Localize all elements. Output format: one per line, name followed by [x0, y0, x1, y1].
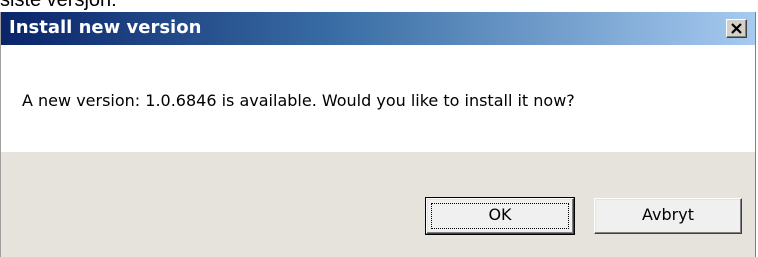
- dialog-titlebar[interactable]: Install new version: [1, 12, 755, 45]
- cancel-button-label: Avbryt: [642, 205, 694, 224]
- ok-button-label: OK: [488, 205, 512, 224]
- close-button[interactable]: [726, 19, 747, 38]
- background-caption: siste versjon:: [0, 0, 117, 11]
- close-icon: [731, 23, 742, 34]
- dialog-footer: OK Avbryt: [1, 152, 755, 257]
- dialog-title: Install new version: [9, 17, 202, 38]
- cancel-button[interactable]: Avbryt: [594, 198, 742, 234]
- install-dialog: Install new version A new version: 1.0.6…: [0, 12, 756, 257]
- ok-button[interactable]: OK: [425, 197, 575, 235]
- dialog-body: A new version: 1.0.6846 is available. Wo…: [1, 45, 755, 152]
- dialog-message: A new version: 1.0.6846 is available. Wo…: [22, 91, 575, 110]
